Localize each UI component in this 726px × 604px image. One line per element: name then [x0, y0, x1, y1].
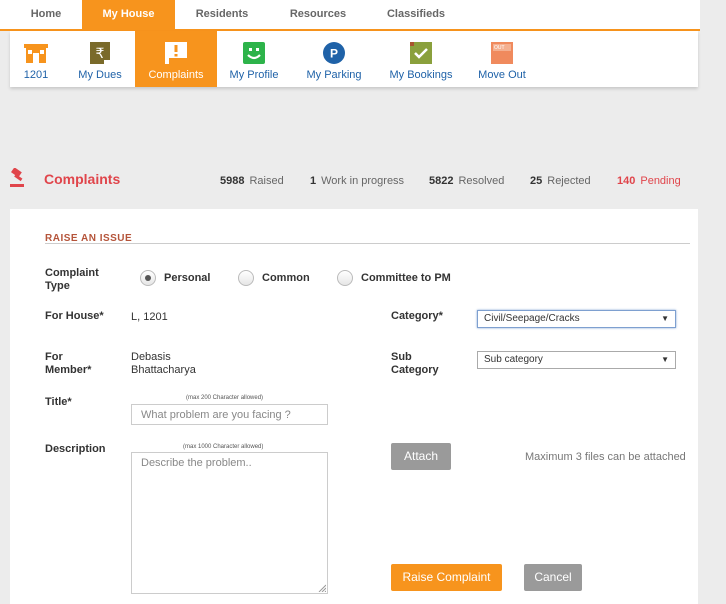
subnav-item-label: Complaints — [148, 69, 204, 81]
dropdown-caret-icon: ▼ — [661, 314, 669, 323]
tab-my-house[interactable]: My House — [82, 0, 175, 29]
radio-label: Personal — [164, 272, 211, 284]
description-placeholder: Describe the problem.. — [141, 457, 252, 469]
description-char-limit-hint: (max 1000 Character allowed) — [183, 444, 264, 450]
dropdown-caret-icon: ▼ — [661, 355, 669, 364]
tab-resources[interactable]: Resources — [278, 0, 358, 29]
subnav-item-my-bookings[interactable]: My Bookings — [382, 31, 460, 87]
description-textarea[interactable]: Describe the problem.. — [131, 452, 328, 594]
radio-label: Committee to PM — [361, 272, 451, 284]
subnav-item-label: My Bookings — [389, 69, 453, 81]
radio-label: Common — [262, 272, 310, 284]
raise-issue-form: RAISE AN ISSUE Complaint Type Personal C… — [10, 209, 698, 604]
subnav-item-complaints[interactable]: Complaints — [135, 31, 217, 87]
for-member-value: Debasis Bhattacharya — [131, 351, 196, 376]
for-member-label: For Member* — [45, 351, 92, 376]
rupee-bill-icon: ₹ — [90, 42, 110, 64]
for-house-label: For House* — [45, 310, 104, 322]
tab-classifieds[interactable]: Classifieds — [376, 0, 456, 29]
svg-text:₹: ₹ — [96, 46, 105, 62]
complaint-type-label: Complaint Type — [45, 267, 99, 292]
subnav-item-label: My Profile — [229, 69, 279, 81]
top-navigation: Home My House Residents Resources Classi… — [0, 0, 700, 31]
title-label: Title* — [45, 396, 72, 408]
subnav-item-label: 1201 — [23, 69, 49, 81]
parking-icon: P — [323, 42, 345, 64]
section-divider — [45, 243, 690, 244]
cancel-button[interactable]: Cancel — [524, 564, 582, 591]
attach-limit-note: Maximum 3 files can be attached — [525, 451, 686, 463]
tab-home[interactable]: Home — [16, 0, 76, 29]
radio-button[interactable] — [337, 270, 353, 286]
stat-rejected[interactable]: 25 Rejected — [530, 175, 591, 187]
svg-text:P: P — [330, 47, 338, 61]
title-input[interactable]: What problem are you facing ? — [131, 404, 328, 425]
page-title: Complaints — [44, 171, 121, 187]
smiley-icon — [243, 42, 265, 64]
title-char-limit-hint: (max 200 Character allowed) — [186, 395, 264, 401]
subnav-item-my-dues[interactable]: ₹ My Dues — [70, 31, 130, 87]
subnav-item-label: My Parking — [306, 69, 362, 81]
subnav-item-my-profile[interactable]: My Profile — [223, 31, 285, 87]
move-out-sign-text: OUT — [494, 45, 505, 51]
radio-button-selected[interactable] — [140, 270, 156, 286]
subnav-item-1201[interactable]: 1201 — [10, 31, 62, 87]
description-label: Description — [45, 443, 106, 455]
house-icon — [24, 44, 48, 63]
category-selected-value: Civil/Seepage/Cracks — [484, 313, 580, 324]
complaints-header: Complaints 5988 Raised 1 Work in progress … — [8, 166, 698, 192]
resize-handle-icon[interactable] — [318, 584, 326, 592]
checklist-icon — [410, 42, 432, 64]
subnav-item-move-out[interactable]: OUT Move Out — [472, 31, 532, 87]
gavel-icon — [10, 168, 24, 187]
sub-category-select[interactable]: Sub category ▼ — [477, 351, 676, 369]
attach-button[interactable]: Attach — [391, 443, 451, 470]
subnav-item-my-parking[interactable]: P My Parking — [300, 31, 368, 87]
subnav-item-label: Move Out — [478, 69, 526, 81]
sub-category-label: Sub Category — [391, 351, 439, 376]
alert-flag-icon — [165, 42, 187, 64]
house-subnav: 1201 ₹ My Dues Complaints My Profile P M… — [10, 31, 698, 87]
stat-raised[interactable]: 5988 Raised — [220, 175, 284, 187]
raise-complaint-button[interactable]: Raise Complaint — [391, 564, 502, 591]
for-house-value: L, 1201 — [131, 311, 168, 323]
radio-button[interactable] — [238, 270, 254, 286]
tab-residents[interactable]: Residents — [186, 0, 258, 29]
subnav-item-label: My Dues — [78, 69, 122, 81]
stat-work-in-progress[interactable]: 1 Work in progress — [310, 175, 404, 187]
stat-resolved[interactable]: 5822 Resolved — [429, 175, 504, 187]
category-select[interactable]: Civil/Seepage/Cracks ▼ — [477, 310, 676, 328]
category-label: Category* — [391, 310, 443, 322]
sub-category-selected-value: Sub category — [484, 354, 543, 365]
stat-pending[interactable]: 140 Pending — [617, 175, 681, 187]
